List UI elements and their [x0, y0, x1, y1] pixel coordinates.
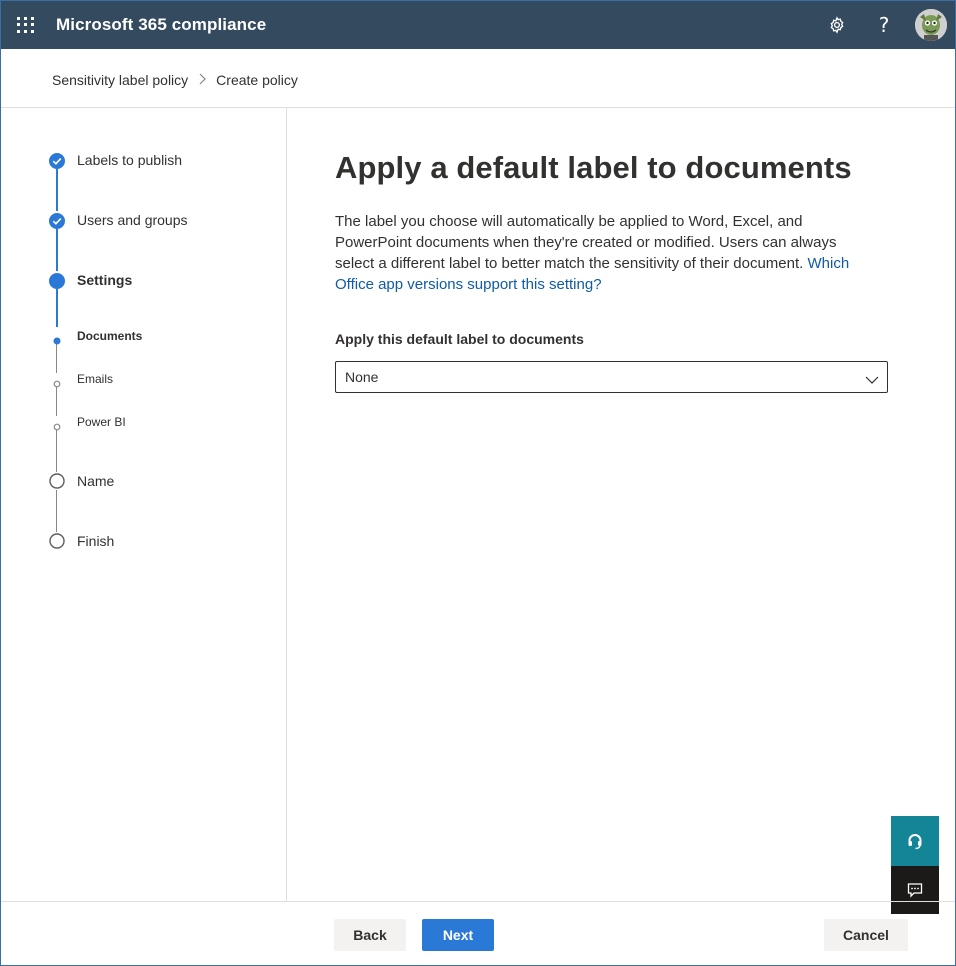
- breadcrumb-item-sensitivity-label-policy[interactable]: Sensitivity label policy: [52, 72, 188, 88]
- help-headset-icon[interactable]: [891, 816, 939, 866]
- wizard-rail-completed: [56, 229, 58, 271]
- app-title[interactable]: Microsoft 365 compliance: [56, 15, 266, 35]
- window-frame: [0, 0, 956, 966]
- default-label-field-label: Apply this default label to documents: [335, 331, 584, 347]
- wizard-rail-pending: [56, 490, 57, 532]
- step-finish[interactable]: Finish: [77, 533, 114, 549]
- dropdown-selected-value: None: [345, 369, 379, 385]
- breadcrumb: Sensitivity label policy Create policy: [52, 71, 298, 89]
- step-pending-circle-icon: [49, 533, 65, 554]
- top-bar: Microsoft 365 compliance ?: [1, 1, 955, 49]
- footer-divider: [1, 901, 955, 902]
- step-current-dot-icon: [49, 273, 65, 294]
- substep-pending-dot-icon: [53, 375, 61, 393]
- step-name[interactable]: Name: [77, 473, 114, 489]
- description-text: The label you choose will automatically …: [335, 213, 837, 272]
- substep-current-dot-icon: [53, 332, 61, 350]
- feedback-chat-icon[interactable]: [891, 866, 939, 914]
- substep-documents[interactable]: Documents: [77, 329, 142, 343]
- step-pending-circle-icon: [49, 473, 65, 494]
- wizard-rail-completed: [56, 169, 58, 211]
- substep-emails[interactable]: Emails: [77, 372, 113, 386]
- step-settings[interactable]: Settings: [77, 272, 132, 288]
- header-divider: [1, 107, 955, 108]
- help-icon[interactable]: ?: [870, 11, 898, 39]
- substep-power-bi[interactable]: Power BI: [77, 415, 126, 429]
- wizard-rail-current: [56, 289, 58, 327]
- page-title: Apply a default label to documents: [335, 150, 852, 185]
- step-completed-check-icon: [49, 213, 65, 234]
- default-label-dropdown[interactable]: None: [335, 361, 888, 393]
- app-launcher-waffle-icon[interactable]: [15, 15, 35, 35]
- cancel-button[interactable]: Cancel: [824, 919, 908, 951]
- page-description: The label you choose will automatically …: [335, 211, 875, 295]
- step-users-and-groups[interactable]: Users and groups: [77, 212, 188, 228]
- breadcrumb-separator-chevron-icon: [198, 73, 207, 88]
- substep-pending-dot-icon: [53, 418, 61, 436]
- nav-divider: [286, 108, 287, 901]
- next-button[interactable]: Next: [422, 919, 494, 951]
- step-labels-to-publish[interactable]: Labels to publish: [77, 152, 182, 168]
- step-completed-check-icon: [49, 153, 65, 174]
- settings-gear-icon[interactable]: [823, 11, 851, 39]
- back-button[interactable]: Back: [334, 919, 406, 951]
- breadcrumb-item-create-policy: Create policy: [216, 72, 298, 88]
- chevron-down-icon: [865, 372, 879, 390]
- avatar[interactable]: [915, 9, 947, 41]
